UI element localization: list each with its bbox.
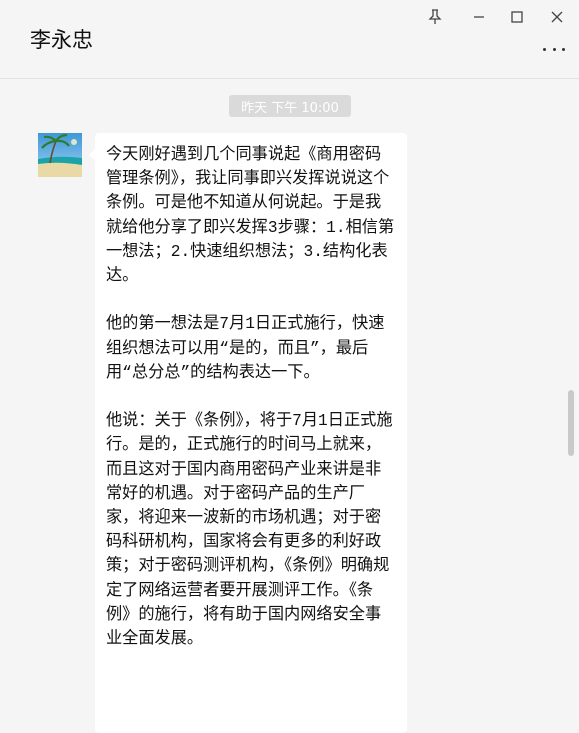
minimize-icon[interactable] [468, 6, 490, 28]
more-icon[interactable] [543, 44, 565, 54]
chat-title: 李永忠 [30, 28, 93, 52]
close-icon[interactable] [546, 6, 568, 28]
message-bubble[interactable]: 今天刚好遇到几个同事说起《商用密码管理条例》，我让同事即兴发挥说说这个条例。可是… [89, 133, 407, 733]
beach-avatar-icon [38, 133, 82, 177]
maximize-icon[interactable] [506, 6, 528, 28]
pin-icon[interactable] [424, 6, 446, 28]
chat-header: 李永忠 [0, 0, 579, 79]
scrollbar-thumb[interactable] [568, 390, 574, 456]
message-text: 今天刚好遇到几个同事说起《商用密码管理条例》，我让同事即兴发挥说说这个条例。可是… [106, 146, 395, 649]
sender-avatar[interactable] [38, 133, 82, 177]
message-timestamp: 昨天 下午 10:00 [229, 95, 351, 117]
